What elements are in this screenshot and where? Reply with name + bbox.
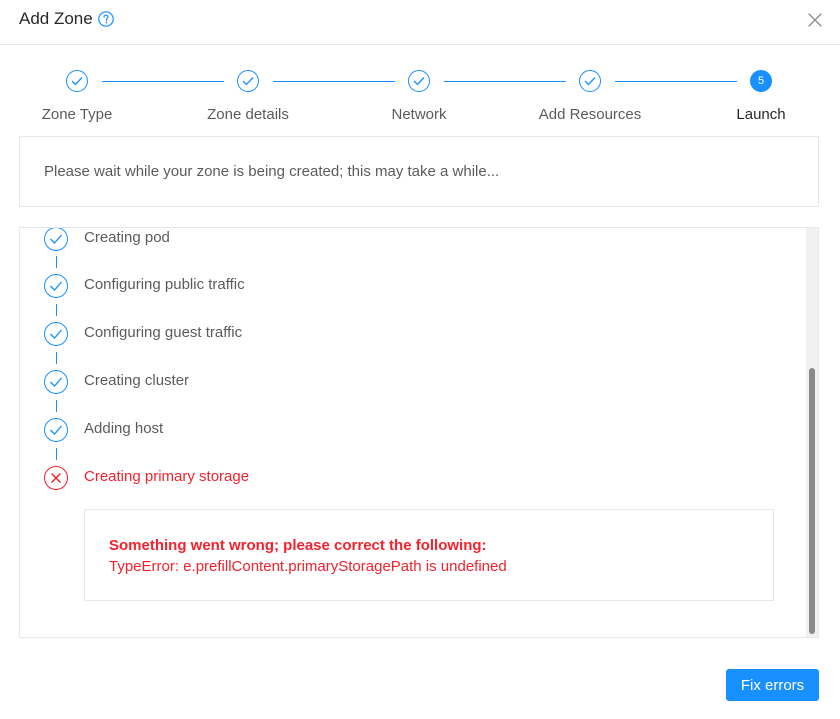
step-connector: [273, 81, 395, 82]
timeline-connector: [56, 256, 57, 268]
timeline-connector: [56, 400, 57, 412]
progress-label: Adding host: [84, 420, 164, 437]
step-check-icon: [579, 70, 601, 92]
scrollbar-thumb[interactable]: [809, 368, 815, 634]
list-item-error: Creating primary storage: [20, 466, 780, 490]
check-circle-icon: [44, 418, 68, 442]
dialog-header: Add Zone: [0, 0, 840, 45]
list-item: Configuring public traffic: [20, 274, 780, 298]
add-zone-dialog: Add Zone 5 Zone Type Zone details Networ…: [0, 0, 840, 719]
progress-label-error: Creating primary storage: [84, 468, 250, 485]
list-item: Creating cluster: [20, 370, 780, 394]
error-message-box: Something went wrong; please correct the…: [84, 509, 774, 601]
step-label-zone-type: Zone Type: [41, 106, 113, 123]
error-title: Something went wrong; please correct the…: [109, 537, 487, 554]
step-connector: [102, 81, 224, 82]
error-detail: TypeError: e.prefillContent.primaryStora…: [109, 558, 507, 575]
step-connector: [444, 81, 566, 82]
close-icon[interactable]: [806, 11, 824, 29]
step-check-icon: [237, 70, 259, 92]
timeline-connector: [56, 352, 57, 364]
progress-panel: Creating pod Configuring public traffic …: [19, 227, 819, 638]
timeline-connector: [56, 448, 57, 460]
fix-errors-button[interactable]: Fix errors: [726, 669, 819, 701]
progress-label: Configuring public traffic: [84, 276, 245, 293]
info-box: Please wait while your zone is being cre…: [19, 136, 819, 207]
step-label-zone-details: Zone details: [207, 106, 289, 123]
check-circle-icon: [44, 370, 68, 394]
progress-label: Configuring guest traffic: [84, 324, 243, 341]
steps-bar: 5 Zone Type Zone details Network Add Res…: [0, 60, 840, 130]
step-connector: [615, 81, 737, 82]
step-number-current: 5: [750, 70, 772, 92]
list-item: Adding host: [20, 418, 780, 442]
dialog-title: Add Zone: [19, 9, 93, 28]
scrollbar[interactable]: [806, 228, 818, 637]
check-circle-icon: [44, 274, 68, 298]
step-label-network: Network: [391, 106, 447, 123]
step-label-add-resources: Add Resources: [538, 106, 642, 123]
check-circle-icon: [44, 228, 68, 251]
list-item: Configuring guest traffic: [20, 322, 780, 346]
list-item: Creating pod: [20, 228, 780, 251]
question-circle-icon[interactable]: [98, 11, 114, 27]
timeline-connector: [56, 304, 57, 316]
step-check-icon: [408, 70, 430, 92]
step-check-icon: [66, 70, 88, 92]
progress-label: Creating cluster: [84, 372, 190, 389]
step-label-launch: Launch: [736, 106, 786, 123]
close-circle-icon: [44, 466, 68, 490]
info-message: Please wait while your zone is being cre…: [44, 163, 500, 180]
check-circle-icon: [44, 322, 68, 346]
progress-label: Creating pod: [84, 229, 170, 246]
